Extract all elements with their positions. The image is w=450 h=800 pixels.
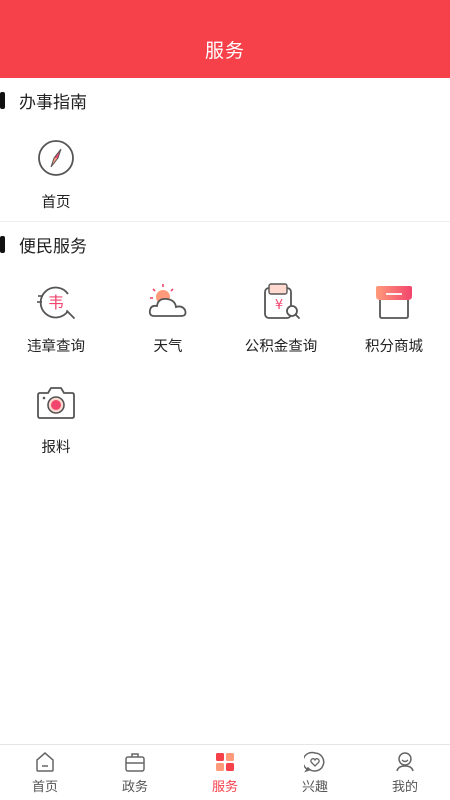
section-marker: [0, 235, 5, 253]
service-item-label: 积分商城: [365, 339, 423, 355]
violation-search-icon: 韦: [37, 286, 75, 319]
service-item-points-mall[interactable]: 积分商城: [338, 280, 450, 370]
bottom-tab-bar: 首页 政务 服务 兴趣 我的: [0, 744, 450, 800]
tab-government[interactable]: 政务: [90, 745, 180, 800]
tab-label: 兴趣: [301, 780, 328, 795]
heart-bubble-icon: [304, 751, 325, 773]
section-header-guide: 办事指南: [0, 78, 450, 122]
service-item-weather[interactable]: 天气: [112, 280, 224, 370]
section-title-guide: 办事指南: [19, 92, 87, 113]
service-item-label: 天气: [153, 339, 183, 355]
store-icon: [376, 286, 412, 319]
briefcase-icon: [125, 753, 145, 772]
tab-services[interactable]: 服务: [180, 745, 270, 800]
tab-mine[interactable]: 我的: [360, 745, 450, 800]
svg-text:¥: ¥: [275, 298, 283, 313]
tab-label: 我的: [391, 780, 418, 795]
tab-label: 政务: [121, 780, 148, 795]
fund-wallet-icon: ¥: [264, 283, 300, 319]
svg-text:韦: 韦: [48, 293, 64, 312]
section-marker: [0, 91, 5, 109]
page-title: 服务: [204, 40, 245, 62]
home-icon: [36, 752, 54, 772]
service-item-violation-search[interactable]: 韦 违章查询: [0, 280, 112, 370]
service-item-label: 违章查询: [27, 339, 85, 355]
service-item-label: 公积金查询: [244, 339, 318, 355]
guide-item-label: 首页: [41, 195, 71, 211]
weather-icon: [148, 284, 187, 317]
tab-label: 服务: [211, 780, 238, 795]
user-icon: [396, 752, 414, 772]
tab-home[interactable]: 首页: [0, 745, 90, 800]
grid-icon: [216, 753, 234, 771]
compass-icon: [38, 140, 74, 176]
section-header-services: 便民服务: [0, 222, 450, 266]
section-title-services: 便民服务: [19, 236, 87, 257]
service-item-report[interactable]: 报料: [0, 381, 112, 471]
guide-item-home[interactable]: 首页: [0, 136, 112, 226]
service-item-fund-search[interactable]: ¥ 公积金查询: [225, 280, 337, 370]
app-header: 服务: [0, 0, 450, 78]
camera-icon: [37, 387, 75, 419]
tab-label: 首页: [31, 780, 58, 795]
tab-interests[interactable]: 兴趣: [270, 745, 360, 800]
service-item-label: 报料: [41, 440, 71, 456]
